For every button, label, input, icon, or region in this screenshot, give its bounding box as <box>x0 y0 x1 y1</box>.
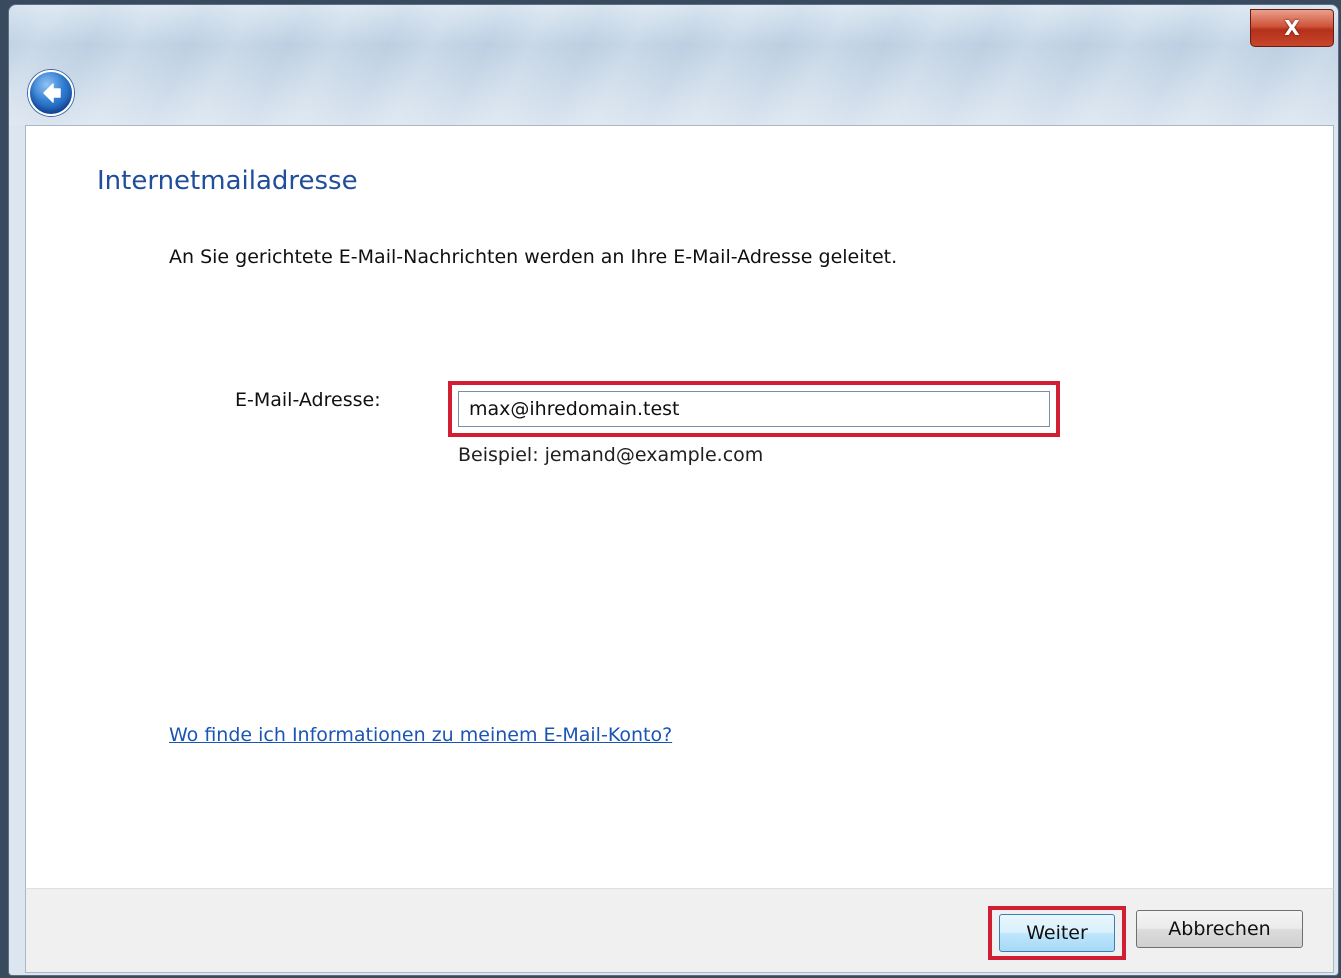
email-input[interactable] <box>458 391 1050 427</box>
intro-text: An Sie gerichtete E-Mail-Nachrichten wer… <box>169 246 898 268</box>
example-hint: Beispiel: jemand@example.com <box>458 444 764 466</box>
back-button[interactable] <box>28 70 74 116</box>
next-highlight-box: Weiter <box>988 906 1126 960</box>
close-icon: X <box>1284 16 1300 40</box>
next-button[interactable]: Weiter <box>999 914 1115 952</box>
wizard-window: X Internetmailadresse An Sie gerichtete … <box>8 4 1339 976</box>
close-button[interactable]: X <box>1250 9 1334 47</box>
footer-bar: Weiter Abbrechen <box>25 888 1334 973</box>
cancel-button[interactable]: Abbrechen <box>1136 910 1303 948</box>
back-arrow-icon <box>43 83 61 103</box>
content-panel: Internetmailadresse An Sie gerichtete E-… <box>25 125 1334 888</box>
email-highlight-box <box>448 381 1060 437</box>
help-link[interactable]: Wo finde ich Informationen zu meinem E-M… <box>169 724 672 746</box>
page-title: Internetmailadresse <box>97 166 358 196</box>
email-label: E-Mail-Adresse: <box>235 389 381 411</box>
